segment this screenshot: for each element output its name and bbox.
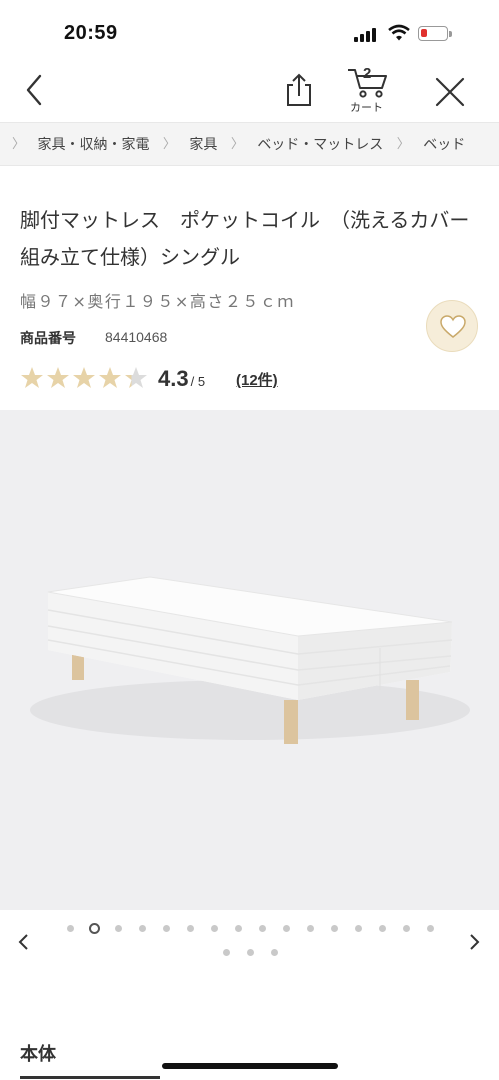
breadcrumb-item-furniture[interactable]: 家具	[189, 123, 217, 165]
star-icon	[47, 367, 69, 388]
image-carousel	[0, 910, 499, 970]
mattress-image	[30, 576, 470, 744]
status-bar: 20:59	[0, 0, 499, 60]
chevron-right-icon: 〉	[12, 136, 26, 151]
carousel-dot[interactable]	[114, 924, 122, 932]
status-time: 20:59	[64, 22, 118, 44]
chevron-right-icon: 〉	[162, 136, 176, 151]
back-icon[interactable]	[20, 72, 50, 108]
product-number-label: 商品番号	[20, 330, 76, 346]
share-icon[interactable]	[282, 72, 316, 108]
chevron-right-icon[interactable]	[466, 932, 482, 952]
product-title: 脚付マットレス ポケットコイル （洗えるカバー 組み立て仕様）シングル	[20, 208, 490, 269]
cart-label: カート	[350, 102, 383, 114]
wifi-icon	[388, 24, 410, 41]
carousel-dot[interactable]	[162, 924, 170, 932]
carousel-dot[interactable]	[402, 924, 410, 932]
star-icon	[125, 367, 147, 388]
star-icon	[99, 367, 121, 388]
carousel-dot[interactable]	[354, 924, 362, 932]
carousel-dot[interactable]	[246, 948, 254, 956]
breadcrumb-item-bed-mattress[interactable]: ベッド・マットレス	[257, 123, 383, 165]
carousel-dot[interactable]	[222, 948, 230, 956]
signal-icon	[354, 28, 380, 42]
carousel-dot[interactable]	[186, 924, 194, 932]
chevron-right-icon: 〉	[230, 136, 244, 151]
carousel-dot[interactable]	[426, 924, 434, 932]
product-dimensions: 幅９７×奥行１９５×高さ２５ｃｍ	[20, 292, 295, 311]
nav-bar: 2 カート	[0, 60, 499, 122]
breadcrumb-item-furniture-storage-appliances[interactable]: 家具・収納・家電	[37, 123, 149, 165]
battery-icon	[418, 26, 448, 41]
rating-out-of: / 5	[190, 374, 206, 389]
chevron-left-icon[interactable]	[16, 932, 32, 952]
carousel-dot[interactable]	[330, 924, 338, 932]
breadcrumb-item-bed[interactable]: ベッド	[423, 123, 465, 165]
chevron-right-icon: 〉	[396, 136, 410, 151]
carousel-dot[interactable]	[270, 948, 278, 956]
review-count-link[interactable]: (12件)	[236, 369, 278, 390]
carousel-dot[interactable]	[306, 924, 314, 932]
carousel-dot[interactable]	[234, 924, 242, 932]
product-image[interactable]	[0, 410, 499, 910]
close-icon[interactable]	[432, 74, 468, 110]
home-indicator	[162, 1063, 338, 1069]
carousel-dot[interactable]	[258, 924, 266, 932]
product-number: 84410468	[105, 329, 168, 345]
carousel-dot[interactable]	[88, 922, 100, 934]
heart-icon	[440, 315, 466, 338]
carousel-dot[interactable]	[138, 924, 146, 932]
carousel-dot[interactable]	[66, 924, 74, 932]
section-underline	[20, 1076, 160, 1079]
star-icon	[21, 367, 43, 388]
star-icon	[73, 367, 95, 388]
favorite-button[interactable]	[426, 300, 478, 352]
cart-button[interactable]: 2 カート	[346, 64, 392, 116]
rating-value: 4.3	[158, 366, 189, 391]
carousel-dot[interactable]	[378, 924, 386, 932]
carousel-dot[interactable]	[282, 924, 290, 932]
section-title: 本体	[20, 1044, 56, 1065]
breadcrumb: 〉 家具・収納・家電 〉 家具 〉 ベッド・マットレス 〉 ベッド	[0, 122, 499, 166]
carousel-dot[interactable]	[210, 924, 218, 932]
rating-score: 4.3/ 5	[158, 366, 205, 392]
cart-count-badge: 2	[363, 65, 372, 82]
